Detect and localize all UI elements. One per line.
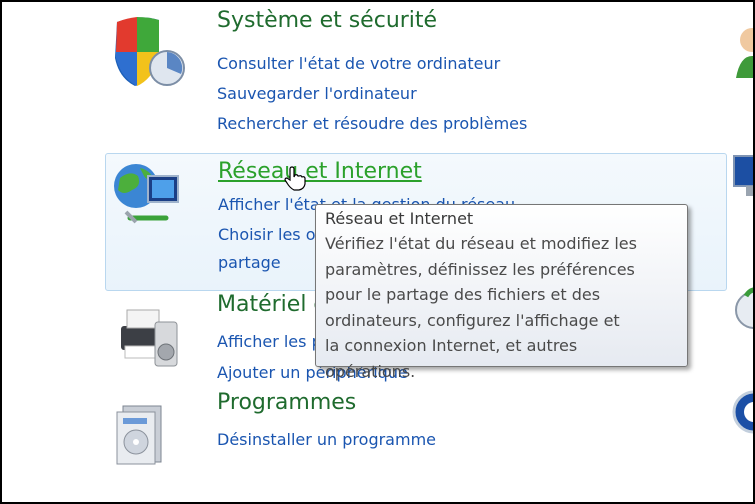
link-uninstall-program[interactable]: Désinstaller un programme [217, 430, 436, 449]
category-title[interactable]: Système et sécurité [217, 8, 437, 33]
programs-icon [116, 405, 162, 465]
tooltip-line: pour le partage des fichiers et des [325, 285, 601, 304]
tooltip-line: Vérifiez l'état du réseau et modifiez le… [325, 234, 637, 253]
link-troubleshoot[interactable]: Rechercher et résoudre des problèmes [217, 114, 527, 133]
shield-icon [115, 17, 185, 86]
appearance-icon [733, 155, 753, 196]
tooltip-line: paramètres, définissez les préférences [325, 259, 635, 279]
clock-region-icon [735, 287, 753, 329]
category-programs: Programmes Désinstaller un programme [105, 388, 725, 502]
category-system-security: Système et sécurité Consulter l'état de … [105, 8, 725, 148]
link-check-status[interactable]: Consulter l'état de votre ordinateur [217, 54, 500, 73]
category-title[interactable]: Programmes [217, 390, 356, 415]
tooltip-line: ordinateurs, configurez l'affichage et [325, 310, 620, 330]
ease-of-access-icon [732, 390, 753, 434]
network-globe-icon [114, 164, 179, 224]
printer-icon [121, 309, 178, 367]
link-backup[interactable]: Sauvegarder l'ordinateur [217, 84, 417, 103]
tooltip-line: opérations. [325, 361, 416, 381]
category-title[interactable]: Réseau et Internet [218, 159, 422, 184]
user-accounts-icon [736, 28, 753, 78]
tooltip-title: Réseau et Internet [325, 209, 474, 228]
hand-cursor-icon [284, 166, 306, 191]
tooltip-network-internet: Réseau et Internet Vérifiez l'état du ré… [315, 204, 688, 381]
link-sharing[interactable]: partage [218, 253, 281, 272]
tooltip-line: la connexion Internet, et autres [325, 336, 578, 355]
